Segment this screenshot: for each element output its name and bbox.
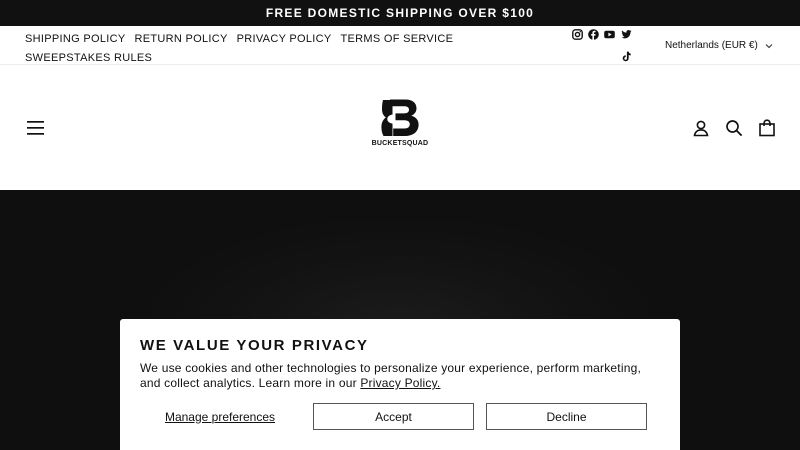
social-links [572, 29, 634, 63]
link-return-policy[interactable]: RETURN POLICY [134, 30, 227, 49]
search-icon[interactable] [725, 119, 743, 137]
policy-links: SHIPPING POLICY RETURN POLICY PRIVACY POLI… [25, 30, 475, 68]
cookie-banner: WE VALUE YOUR PRIVACY We use cookies and… [120, 319, 680, 450]
site-logo[interactable]: BUCKETSQUAD [372, 97, 428, 153]
manage-preferences-link[interactable]: Manage preferences [140, 403, 300, 430]
decline-button[interactable]: Decline [486, 403, 647, 430]
chevron-down-icon [765, 43, 773, 48]
cookie-description: We use cookies and other technologies to… [140, 361, 660, 391]
twitter-icon[interactable] [621, 29, 632, 40]
link-privacy-policy[interactable]: PRIVACY POLICY [237, 30, 332, 49]
account-icon[interactable] [692, 119, 710, 137]
site-header: BUCKETSQUAD [0, 65, 800, 190]
accept-button[interactable]: Accept [313, 403, 474, 430]
facebook-icon[interactable] [588, 29, 599, 40]
youtube-icon[interactable] [604, 29, 615, 40]
logo-mark [381, 99, 419, 136]
privacy-policy-link[interactable]: Privacy Policy. [360, 376, 440, 390]
logo-text: BUCKETSQUAD [371, 140, 429, 147]
announcement-bar: FREE DOMESTIC SHIPPING OVER $100 [0, 0, 800, 26]
menu-icon[interactable] [27, 120, 45, 136]
locale-selector[interactable]: Netherlands (EUR €) [665, 40, 773, 51]
link-terms-of-service[interactable]: TERMS OF SERVICE [341, 30, 454, 49]
tiktok-icon[interactable] [621, 51, 632, 62]
top-toolbar: SHIPPING POLICY RETURN POLICY PRIVACY POLI… [0, 26, 800, 65]
cookie-actions: Manage preferences Accept Decline [140, 403, 660, 430]
instagram-icon[interactable] [572, 29, 583, 40]
link-shipping-policy[interactable]: SHIPPING POLICY [25, 30, 125, 49]
cart-icon[interactable] [758, 119, 776, 137]
locale-selected: Netherlands (EUR €) [665, 40, 758, 51]
announcement-text: FREE DOMESTIC SHIPPING OVER $100 [265, 6, 535, 20]
cookie-title: WE VALUE YOUR PRIVACY [140, 337, 369, 354]
